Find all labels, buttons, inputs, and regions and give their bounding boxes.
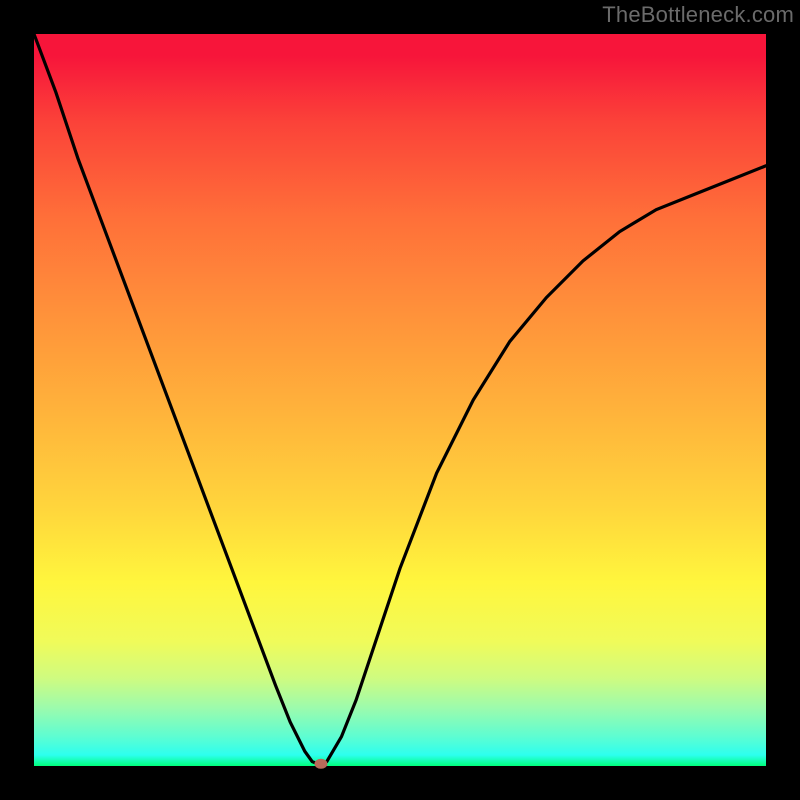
chart-frame: TheBottleneck.com bbox=[0, 0, 800, 800]
curve-svg bbox=[34, 34, 766, 766]
watermark-label: TheBottleneck.com bbox=[602, 2, 794, 28]
plot-area bbox=[34, 34, 766, 766]
optimum-marker bbox=[314, 759, 327, 769]
bottleneck-curve bbox=[34, 34, 766, 765]
